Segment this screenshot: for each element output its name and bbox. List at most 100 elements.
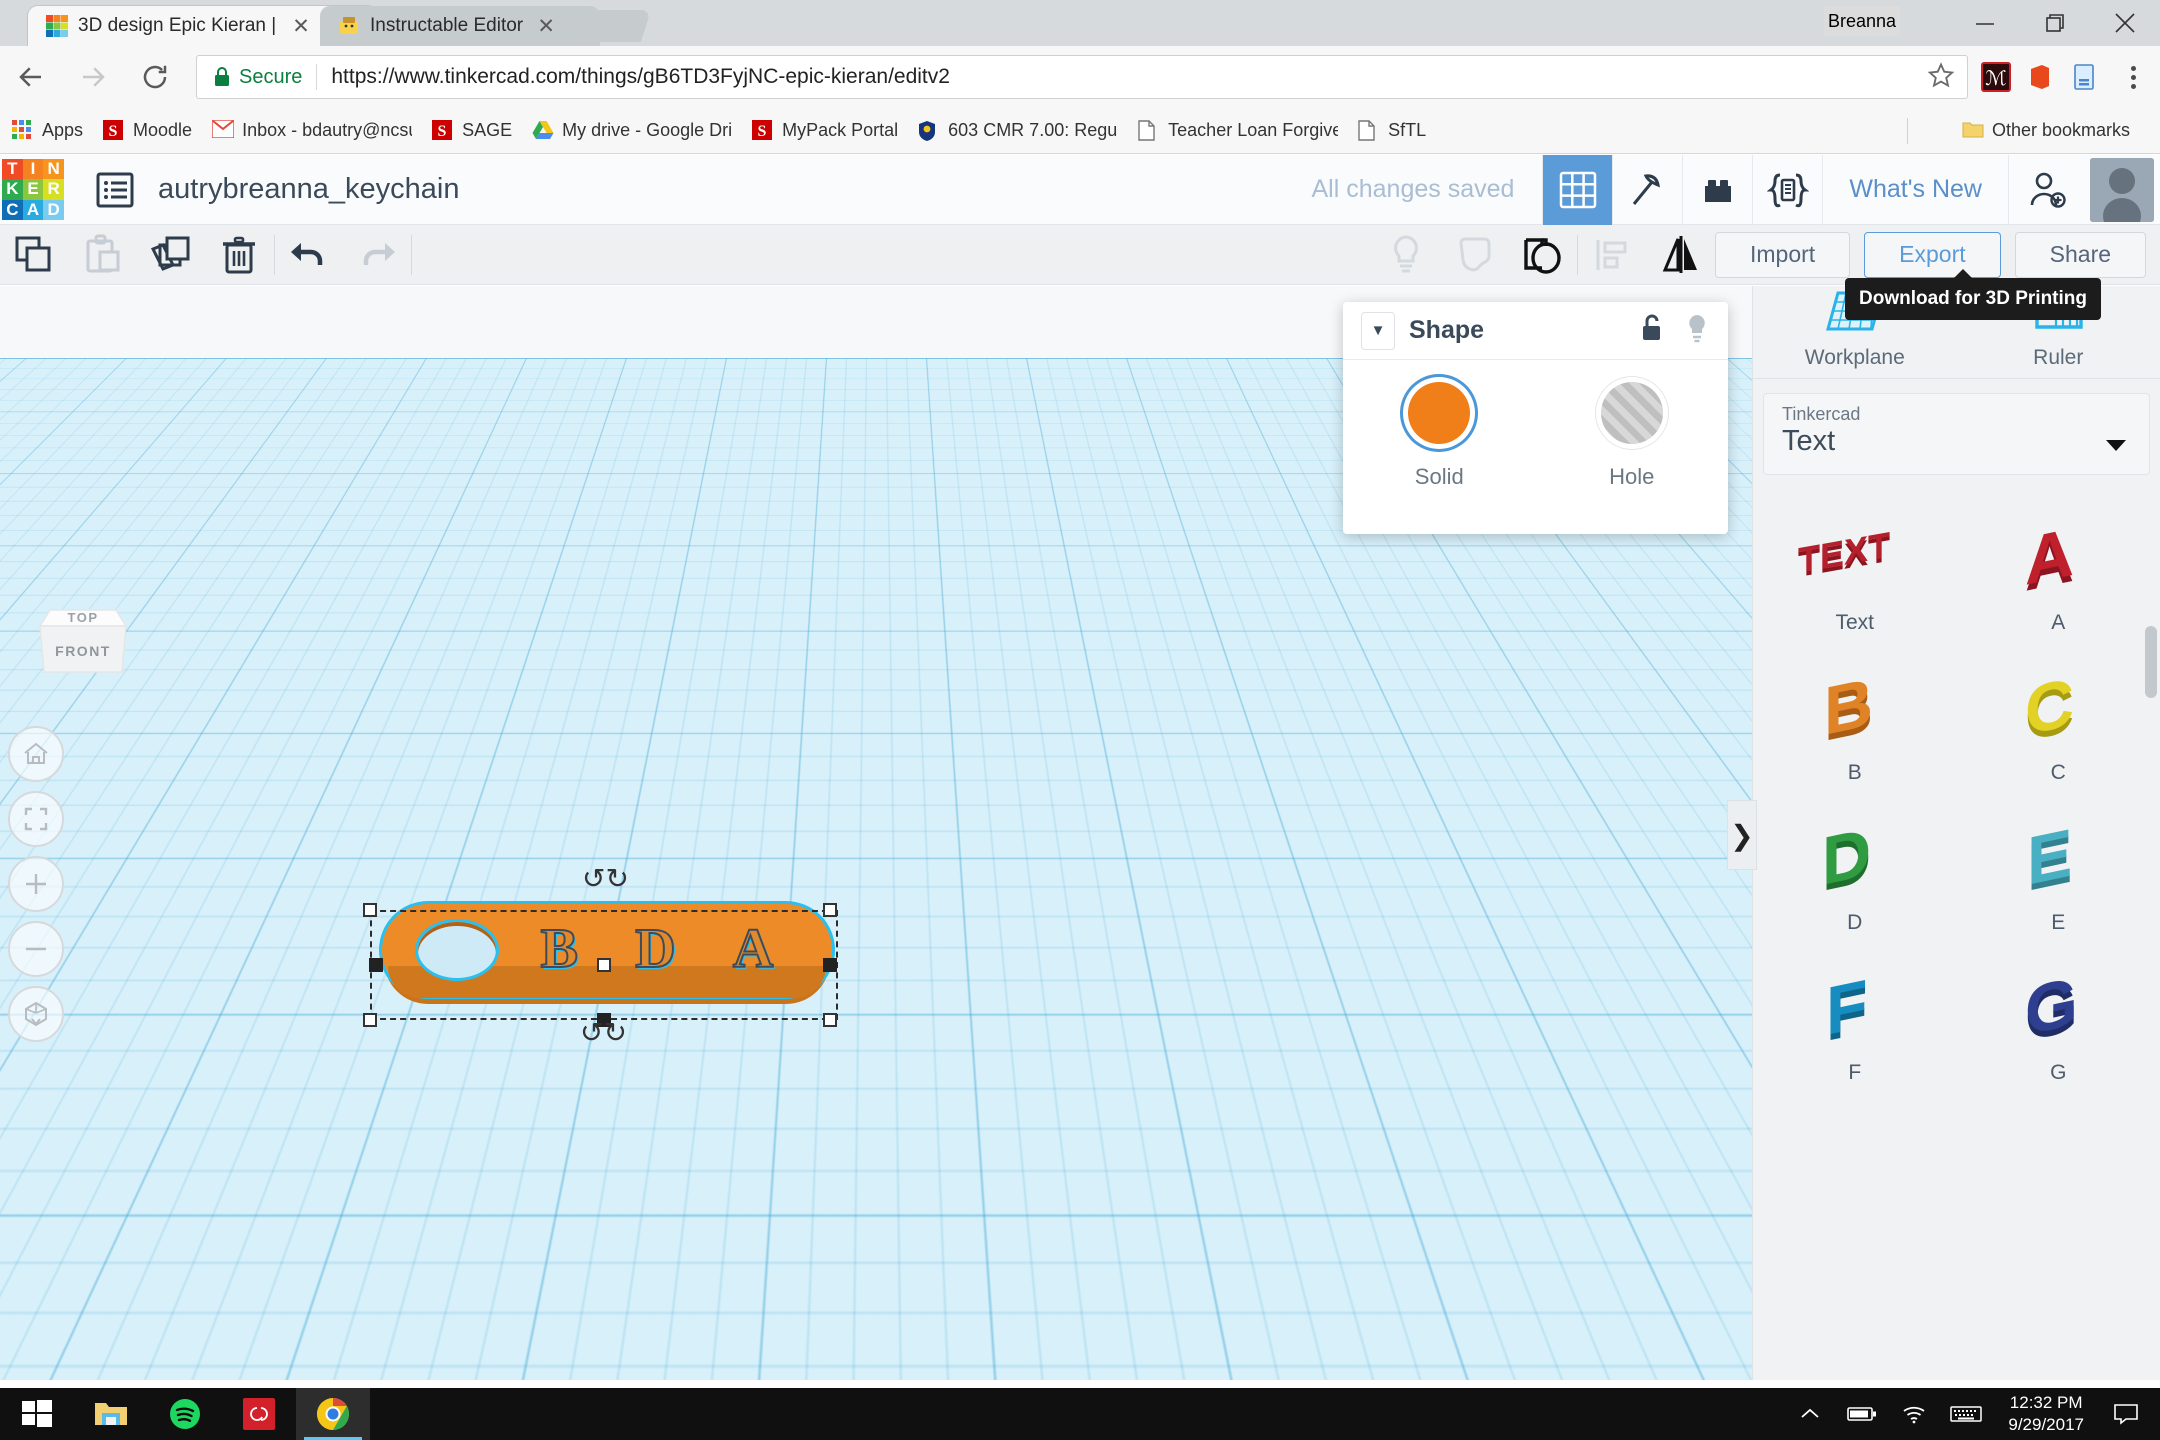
bookmark-label: MyPack Portal bbox=[782, 120, 898, 141]
svg-text:C: C bbox=[2025, 675, 2074, 750]
spotify-button[interactable] bbox=[148, 1388, 222, 1440]
bookmark-my-drive[interactable]: My drive - Google Dri bbox=[532, 120, 732, 142]
bookmark-apps[interactable]: Apps bbox=[12, 120, 83, 142]
zoom-out-icon[interactable] bbox=[8, 921, 64, 977]
other-bookmarks-folder[interactable]: Other bookmarks bbox=[1962, 120, 2130, 142]
reload-icon[interactable] bbox=[124, 46, 186, 108]
rotate-handle-top[interactable]: ↺↻ bbox=[582, 862, 629, 895]
wifi-icon[interactable] bbox=[1888, 1388, 1940, 1440]
address-bar[interactable]: Secure https://www.tinkercad.com/things/… bbox=[196, 55, 1968, 99]
bookmark-603-cmr[interactable]: 603 CMR 7.00: Regula bbox=[918, 120, 1118, 142]
resize-handle-right[interactable] bbox=[823, 958, 837, 972]
resize-handle-tr[interactable] bbox=[823, 903, 837, 917]
document-extension-icon[interactable] bbox=[2062, 46, 2106, 108]
hole-swatch[interactable] bbox=[1601, 382, 1663, 444]
file-explorer-button[interactable] bbox=[74, 1388, 148, 1440]
shape-item-g[interactable]: G G G bbox=[1957, 955, 2160, 1105]
height-handle[interactable] bbox=[597, 958, 611, 972]
delete-icon[interactable] bbox=[205, 225, 273, 285]
ungroup-icon[interactable] bbox=[1509, 225, 1577, 285]
mode-button-codeblocks[interactable] bbox=[1752, 155, 1822, 225]
shape-item-f[interactable]: F F F bbox=[1753, 955, 1957, 1105]
ortho-view-icon[interactable] bbox=[8, 986, 64, 1042]
shape-item-d[interactable]: D D D bbox=[1753, 805, 1957, 955]
shape-option-solid[interactable]: Solid bbox=[1408, 382, 1470, 490]
bookmark-star-icon[interactable] bbox=[1927, 61, 1957, 94]
mirror-icon[interactable] bbox=[1647, 225, 1715, 285]
copy-icon[interactable] bbox=[0, 225, 68, 285]
rotate-handle-bottom[interactable]: ↺↻ bbox=[580, 1016, 627, 1049]
collapse-panel-button[interactable]: ❯ bbox=[1727, 800, 1757, 870]
duplicate-icon[interactable] bbox=[137, 225, 205, 285]
resize-handle-left[interactable] bbox=[369, 958, 383, 972]
bookmark-label: My drive - Google Dri bbox=[562, 120, 732, 141]
chrome-profile-name[interactable]: Breanna bbox=[1824, 6, 1900, 36]
adobe-acrobat-extension-icon[interactable]: ℳ bbox=[1974, 46, 2018, 108]
project-name[interactable]: autrybreanna_keychain bbox=[158, 173, 459, 206]
sidebar-scrollbar[interactable] bbox=[2145, 626, 2157, 698]
close-icon[interactable]: ✕ bbox=[535, 15, 557, 37]
project-list-icon[interactable] bbox=[94, 169, 136, 211]
new-tab-button[interactable] bbox=[581, 10, 651, 42]
solid-swatch[interactable] bbox=[1408, 382, 1470, 444]
mode-button-lego[interactable] bbox=[1682, 155, 1752, 225]
chrome-button[interactable] bbox=[296, 1388, 370, 1440]
shape-item-b[interactable]: B B B bbox=[1753, 655, 1957, 805]
browser-tab-1[interactable]: Instructable Editor ✕ bbox=[320, 6, 600, 46]
notifications-icon[interactable] bbox=[2100, 1388, 2152, 1440]
shape-item-text[interactable]: TEXT TEXT Text bbox=[1753, 505, 1957, 655]
whats-new-link[interactable]: What's New bbox=[1822, 155, 2008, 225]
clock[interactable]: 12:32 PM 9/29/2017 bbox=[1992, 1392, 2100, 1436]
shape-item-a[interactable]: A A A bbox=[1957, 505, 2160, 655]
shape-label: B bbox=[1848, 761, 1862, 785]
avatar[interactable] bbox=[2090, 158, 2154, 222]
close-icon[interactable]: ✕ bbox=[290, 15, 312, 37]
undo-icon[interactable] bbox=[274, 225, 342, 285]
light-bulb-icon[interactable] bbox=[1684, 313, 1710, 348]
shape-option-hole[interactable]: Hole bbox=[1601, 382, 1663, 490]
start-button[interactable] bbox=[0, 1388, 74, 1440]
bookmark-label: Apps bbox=[42, 120, 83, 141]
ncsu-icon: S bbox=[103, 120, 125, 142]
clock-time: 12:32 PM bbox=[2010, 1392, 2083, 1414]
share-button[interactable]: Share bbox=[2015, 232, 2146, 278]
adobe-cc-button[interactable] bbox=[222, 1388, 296, 1440]
mode-button-minecraft[interactable] bbox=[1612, 155, 1682, 225]
bookmark-sftl[interactable]: SfTL bbox=[1358, 120, 1426, 142]
add-user-icon[interactable] bbox=[2008, 155, 2084, 225]
import-button[interactable]: Import bbox=[1715, 232, 1850, 278]
back-icon[interactable] bbox=[0, 46, 62, 108]
maximize-icon[interactable] bbox=[2020, 0, 2090, 46]
battery-icon[interactable] bbox=[1836, 1388, 1888, 1440]
keychain-object[interactable]: B D A ↺↻ ↺↻ bbox=[382, 904, 832, 1014]
view-cube[interactable]: TOP FRONT bbox=[28, 596, 138, 686]
close-icon[interactable] bbox=[2090, 0, 2160, 46]
lock-open-icon[interactable] bbox=[1638, 313, 1666, 348]
bookmark-teacher-loan[interactable]: Teacher Loan Forgive bbox=[1138, 120, 1338, 142]
mode-button-blocks[interactable] bbox=[1542, 155, 1612, 225]
bookmark-mypack-portal[interactable]: S MyPack Portal bbox=[752, 120, 898, 142]
office-extension-icon[interactable] bbox=[2018, 46, 2062, 108]
shape-library-dropdown[interactable]: Tinkercad Text bbox=[1763, 393, 2150, 475]
fit-view-icon[interactable] bbox=[8, 791, 64, 847]
solid-label: Solid bbox=[1415, 464, 1464, 490]
tinkercad-logo-icon[interactable]: T I N K E R C A D bbox=[2, 159, 64, 221]
shape-item-e[interactable]: E E E bbox=[1957, 805, 2160, 955]
keyboard-icon[interactable] bbox=[1940, 1388, 1992, 1440]
resize-handle-tl[interactable] bbox=[363, 903, 377, 917]
chrome-menu-icon[interactable] bbox=[2106, 46, 2160, 108]
minimize-icon[interactable] bbox=[1950, 0, 2020, 46]
show-hidden-icons[interactable] bbox=[1784, 1388, 1836, 1440]
resize-handle-br[interactable] bbox=[823, 1013, 837, 1027]
bookmark-moodle[interactable]: S Moodle bbox=[103, 120, 192, 142]
svg-text:ℳ: ℳ bbox=[1985, 68, 2006, 90]
home-view-icon[interactable] bbox=[8, 726, 64, 782]
resize-handle-bl[interactable] bbox=[363, 1013, 377, 1027]
chevron-down-icon[interactable]: ▼ bbox=[1361, 312, 1395, 350]
export-button[interactable]: Export bbox=[1864, 232, 2000, 278]
shape-properties-panel[interactable]: ▼ Shape Solid Hole bbox=[1343, 302, 1728, 534]
bookmark-sage[interactable]: S SAGE bbox=[432, 120, 512, 142]
bookmark-inbox[interactable]: Inbox - bdautry@ncsu bbox=[212, 120, 412, 142]
zoom-in-icon[interactable] bbox=[8, 856, 64, 912]
shape-item-c[interactable]: C C C bbox=[1957, 655, 2160, 805]
